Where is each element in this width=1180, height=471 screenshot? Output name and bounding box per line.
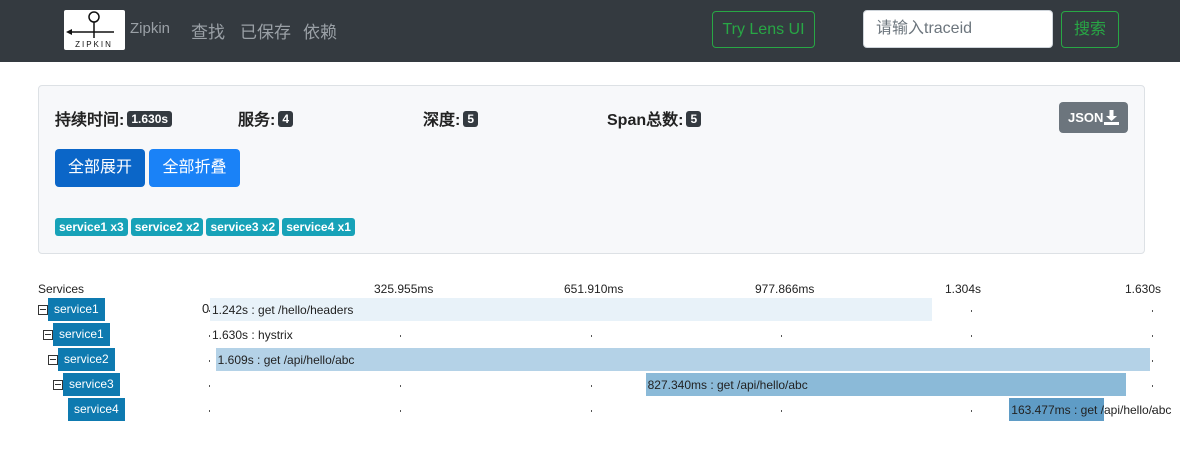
timeline-gridline-marker bbox=[971, 335, 972, 337]
timeline-gridline-marker bbox=[209, 410, 210, 412]
span-count-stat: Span总数: 5 bbox=[607, 106, 702, 130]
timeline-gridline-marker bbox=[1152, 310, 1153, 312]
collapse-toggle-icon[interactable] bbox=[43, 330, 53, 340]
zipkin-logo-icon: ZIPKIN bbox=[66, 11, 114, 49]
timeline-gridline-marker bbox=[781, 410, 782, 412]
span-duration-text: 827.340ms : get /api/hello/abc bbox=[647, 378, 808, 392]
timeline-gridline-marker bbox=[1152, 360, 1153, 362]
timeline-gridline-marker bbox=[1152, 385, 1153, 387]
try-lens-button[interactable]: Try Lens UI bbox=[712, 11, 815, 48]
trace-span-row[interactable]: service2 1.609s : get /api/hello/abc bbox=[0, 348, 1180, 373]
depth-badge: 5 bbox=[463, 111, 479, 127]
timeline-gridline-marker bbox=[400, 385, 401, 387]
timeline-gridline-marker bbox=[400, 335, 401, 337]
services-label: 服务: bbox=[238, 112, 276, 129]
timeline-gridline-marker bbox=[209, 360, 210, 362]
navbar: ZIPKIN Zipkin 查找 已保存 依赖 Try Lens UI 搜索 bbox=[0, 0, 1180, 62]
span-duration-text: 163.477ms : get /api/hello/abc bbox=[1011, 403, 1172, 417]
depth-label: 深度: bbox=[423, 112, 461, 129]
collapse-toggle-icon[interactable] bbox=[48, 355, 58, 365]
duration-stat: 持续时间: 1.630s bbox=[55, 106, 173, 130]
trace-span-row[interactable]: service4 163.477ms : get /api/hello/abc bbox=[0, 398, 1180, 423]
trace-span-row[interactable]: service3 827.340ms : get /api/hello/abc bbox=[0, 373, 1180, 398]
duration-badge: 1.630s bbox=[127, 111, 173, 127]
timeline-gridline-marker bbox=[591, 385, 592, 387]
zipkin-logo[interactable]: ZIPKIN bbox=[64, 10, 125, 50]
svg-text:ZIPKIN: ZIPKIN bbox=[75, 40, 113, 49]
service-badge[interactable]: service1 x3 bbox=[55, 218, 128, 236]
timeline-gridline-marker bbox=[781, 335, 782, 337]
nav-link-saved[interactable]: 已保存 bbox=[240, 18, 291, 43]
span-service-label[interactable]: service4 bbox=[68, 398, 125, 421]
brand-name: Zipkin bbox=[130, 20, 171, 37]
timeline-tick-label: 1.630s bbox=[1125, 282, 1162, 296]
json-button-label: JSON bbox=[1068, 110, 1104, 125]
service-badges: service1 x3 service2 x2 service3 x2 service… bbox=[55, 218, 358, 236]
span-duration-bar[interactable] bbox=[215, 348, 1151, 371]
span-count-badge: 5 bbox=[686, 111, 702, 127]
timeline-gridline-marker bbox=[591, 335, 592, 337]
timeline-tick-label: 1.304s bbox=[945, 282, 982, 296]
trace-summary-card: 持续时间: 1.630s 服务: 4 深度: 5 Span总数: 5 JSON 全部展开… bbox=[38, 85, 1145, 254]
timeline-gridline-marker bbox=[400, 410, 401, 412]
span-count-label: Span总数: bbox=[607, 112, 684, 129]
duration-label: 持续时间: bbox=[55, 112, 125, 129]
timeline-gridline-marker bbox=[971, 410, 972, 412]
span-service-label[interactable]: service1 bbox=[53, 323, 110, 346]
nav-link-dependencies[interactable]: 依赖 bbox=[303, 18, 337, 43]
timeline-zero-marker: 0 bbox=[202, 301, 210, 316]
collapse-all-button[interactable]: 全部折叠 bbox=[149, 149, 240, 187]
timeline-tick-label: 977.866ms bbox=[755, 282, 815, 296]
timeline-gridline-marker bbox=[591, 410, 592, 412]
depth-stat: 深度: 5 bbox=[423, 106, 479, 130]
span-duration-text: 1.242s : get /hello/headers bbox=[212, 303, 354, 317]
timeline-tick-label: 651.910ms bbox=[564, 282, 624, 296]
traceid-search-input[interactable] bbox=[863, 10, 1053, 48]
timeline-gridline-marker bbox=[209, 385, 210, 387]
trace-span-row[interactable]: service1 1.630s : hystrix bbox=[0, 323, 1180, 348]
download-icon bbox=[1104, 110, 1119, 125]
timeline-gridline-marker bbox=[971, 310, 972, 312]
service-badge[interactable]: service3 x2 bbox=[206, 218, 280, 236]
collapse-toggle-icon[interactable] bbox=[38, 305, 48, 315]
span-service-label[interactable]: service2 bbox=[58, 348, 115, 371]
span-duration-text: 1.609s : get /api/hello/abc bbox=[217, 353, 355, 367]
services-column-header: Services bbox=[38, 282, 85, 296]
nav-link-search[interactable]: 查找 bbox=[191, 18, 225, 43]
collapse-toggle-icon[interactable] bbox=[53, 380, 63, 390]
expand-all-button[interactable]: 全部展开 bbox=[55, 149, 145, 187]
services-stat: 服务: 4 bbox=[238, 106, 294, 130]
span-service-label[interactable]: service3 bbox=[63, 373, 120, 396]
service-badge[interactable]: service4 x1 bbox=[282, 218, 355, 236]
json-download-button[interactable]: JSON bbox=[1059, 102, 1128, 133]
span-service-label[interactable]: service1 bbox=[48, 298, 105, 321]
search-button[interactable]: 搜索 bbox=[1061, 11, 1119, 48]
timeline-gridline-marker bbox=[1152, 335, 1153, 337]
span-duration-text: 1.630s : hystrix bbox=[212, 328, 293, 342]
trace-span-row[interactable]: service1 1.242s : get /hello/headers 0 bbox=[0, 298, 1180, 323]
services-badge: 4 bbox=[278, 111, 294, 127]
service-badge[interactable]: service2 x2 bbox=[130, 218, 204, 236]
timeline-tick-label: 325.955ms bbox=[374, 282, 434, 296]
